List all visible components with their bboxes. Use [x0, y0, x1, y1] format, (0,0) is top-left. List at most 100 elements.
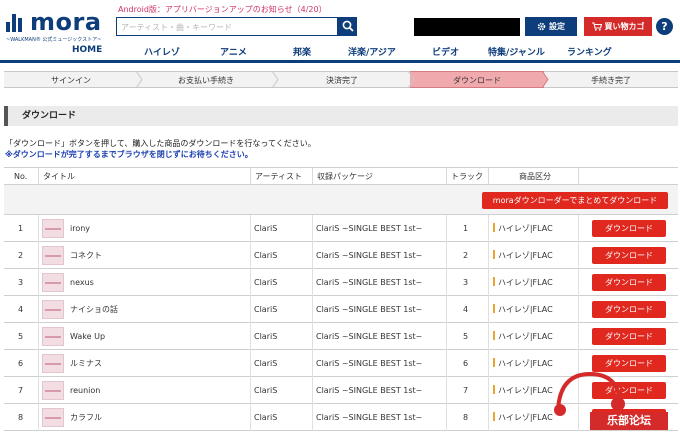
album-thumbnail — [42, 381, 64, 400]
hires-marker-icon — [493, 358, 495, 367]
product-type: ハイレゾ|FLAC — [493, 296, 553, 323]
track-title: コネクト — [70, 251, 102, 260]
track-artist: ClariS — [254, 413, 278, 422]
nav-item-western-asia[interactable]: 洋楽/アジア — [348, 45, 396, 58]
track-package: ClariS ~SINGLE BEST 1st~ — [316, 359, 423, 368]
track-package: ClariS ~SINGLE BEST 1st~ — [316, 413, 423, 422]
album-thumbnail — [42, 327, 64, 346]
row-number: 8 — [18, 413, 24, 422]
cart-label: 買い物カゴ — [604, 22, 645, 31]
nav-item-features-genre[interactable]: 特集/ジャンル — [488, 45, 545, 58]
track-title: nexus — [70, 278, 94, 287]
header-title: タイトル — [38, 168, 250, 185]
product-type-label: ハイレゾ|FLAC — [498, 278, 553, 287]
hires-marker-icon — [493, 277, 495, 286]
download-button[interactable]: ダウンロード — [592, 274, 666, 291]
download-button[interactable]: ダウンロード — [592, 301, 666, 318]
table-row: 4 ナイショの話 ClariS ClariS ~SINGLE BEST 1st~ 4 ハイ… — [4, 296, 678, 323]
nav-item-jpop[interactable]: 邦楽 — [293, 45, 311, 58]
nav-item-video[interactable]: ビデオ — [432, 45, 459, 58]
track-title: Wake Up — [70, 332, 106, 341]
hires-marker-icon — [493, 385, 495, 394]
product-type-label: ハイレゾ|FLAC — [498, 386, 553, 395]
track-artist: ClariS — [254, 386, 278, 395]
user-account-area[interactable] — [414, 18, 520, 36]
album-thumbnail — [42, 408, 64, 427]
track-number: 6 — [463, 359, 469, 368]
track-number: 8 — [463, 413, 469, 422]
search-input[interactable]: アーティスト・曲・キーワード — [116, 17, 338, 36]
nav-item-anime[interactable]: アニメ — [220, 45, 247, 58]
row-number: 6 — [18, 359, 24, 368]
hires-marker-icon — [493, 223, 495, 232]
download-button[interactable]: ダウンロード — [592, 247, 666, 264]
table-row: 1 irony ClariS ClariS ~SINGLE BEST 1st~ 1 ハイレ… — [4, 215, 678, 242]
logo-word: mora — [30, 8, 102, 36]
product-type: ハイレゾ|FLAC — [493, 404, 553, 431]
product-type: ハイレゾ|FLAC — [493, 350, 553, 377]
track-package: ClariS ~SINGLE BEST 1st~ — [316, 386, 423, 395]
product-type: ハイレゾ|FLAC — [493, 269, 553, 296]
row-number: 3 — [18, 278, 24, 287]
header-artist: アーティスト — [250, 168, 312, 185]
settings-button[interactable]: 設定 — [525, 17, 577, 36]
album-thumbnail — [42, 354, 64, 373]
android-notice-link[interactable]: Android版：アプリバージョンアップのお知らせ（4/20） — [118, 4, 327, 15]
track-artist: ClariS — [254, 278, 278, 287]
track-package: ClariS ~SINGLE BEST 1st~ — [316, 332, 423, 341]
track-artist: ClariS — [254, 251, 278, 260]
download-button[interactable]: ダウンロード — [592, 220, 666, 237]
product-type-label: ハイレゾ|FLAC — [498, 332, 553, 341]
nav-item-hires[interactable]: ハイレゾ — [144, 45, 180, 58]
album-thumbnail — [42, 300, 64, 319]
download-button[interactable]: ダウンロード — [592, 328, 666, 345]
track-number: 3 — [463, 278, 469, 287]
track-title: ルミナス — [70, 359, 102, 368]
product-type-label: ハイレゾ|FLAC — [498, 305, 553, 314]
album-thumbnail — [42, 246, 64, 265]
settings-label: 設定 — [549, 22, 565, 31]
header-type: 商品区分 — [488, 168, 578, 185]
track-package: ClariS ~SINGLE BEST 1st~ — [316, 278, 423, 287]
header-track: トラック — [446, 168, 488, 185]
track-number: 5 — [463, 332, 469, 341]
mora-logo[interactable]: mora ~WALKMAN® 公式ミュージックストア~ — [6, 8, 106, 43]
track-number: 1 — [463, 224, 469, 233]
track-package: ClariS ~SINGLE BEST 1st~ — [316, 251, 423, 260]
cart-button[interactable]: 買い物カゴ — [584, 17, 652, 36]
hires-marker-icon — [493, 250, 495, 259]
product-type: ハイレゾ|FLAC — [493, 215, 553, 242]
checkout-steps: サインイン お支払い手続き 決済完了 ダウンロード 手続き完了 — [4, 71, 678, 88]
track-artist: ClariS — [254, 359, 278, 368]
row-number: 7 — [18, 386, 24, 395]
search-button[interactable] — [338, 17, 357, 36]
nav-item-ranking[interactable]: ランキング — [567, 45, 612, 58]
product-type: ハイレゾ|FLAC — [493, 377, 553, 404]
help-icon[interactable]: ? — [656, 18, 673, 35]
product-type-label: ハイレゾ|FLAC — [498, 224, 553, 233]
page-title: ダウンロード — [4, 106, 678, 126]
track-artist: ClariS — [254, 305, 278, 314]
header-package: 収録パッケージ — [312, 168, 446, 185]
watermark-text: 乐部论坛 — [590, 412, 668, 430]
header-no: No. — [14, 172, 28, 181]
track-number: 2 — [463, 251, 469, 260]
logo-bars-icon — [6, 14, 28, 32]
row-number: 1 — [18, 224, 24, 233]
table-row: 3 nexus ClariS ClariS ~SINGLE BEST 1st~ 3 ハイレ… — [4, 269, 678, 296]
track-artist: ClariS — [254, 224, 278, 233]
nav-item-home[interactable]: HOME — [72, 45, 102, 55]
gear-icon — [537, 22, 546, 31]
hires-marker-icon — [493, 412, 495, 421]
bulk-download-row: moraダウンローダーでまとめてダウンロード — [4, 185, 678, 215]
download-warning: ※ダウンロードが完了するまでブラウザを閉じずにお待ちください。 — [5, 150, 253, 159]
product-type-label: ハイレゾ|FLAC — [498, 413, 553, 422]
cart-icon — [591, 22, 602, 31]
watermark-logo-icon — [554, 371, 625, 416]
bulk-download-button[interactable]: moraダウンローダーでまとめてダウンロード — [482, 192, 668, 209]
track-title: カラフル — [70, 413, 102, 422]
album-thumbnail — [42, 273, 64, 292]
product-type: ハイレゾ|FLAC — [493, 242, 553, 269]
product-type: ハイレゾ|FLAC — [493, 323, 553, 350]
watermark: 乐部论坛 — [548, 366, 680, 433]
